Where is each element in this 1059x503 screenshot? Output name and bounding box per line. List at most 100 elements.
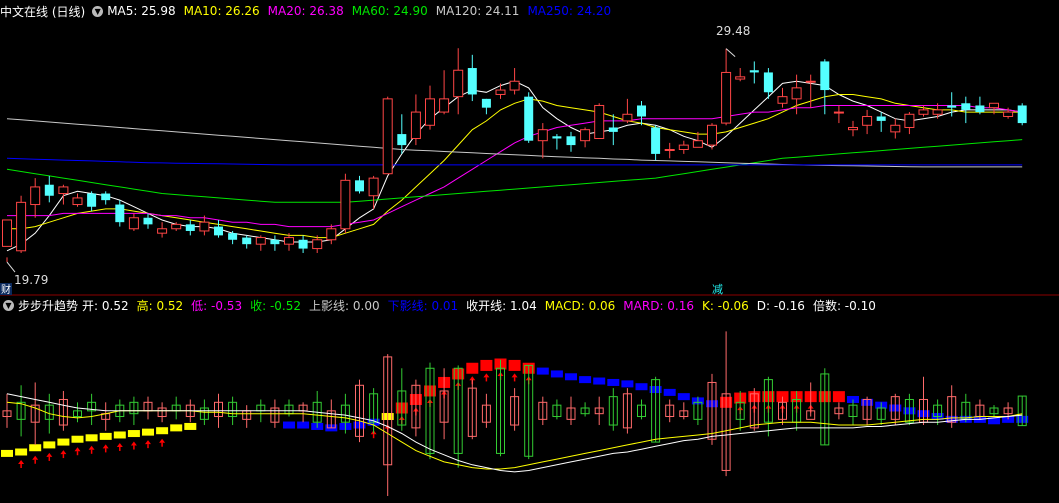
trend-block [635, 383, 648, 391]
candle-body [664, 149, 675, 151]
candle-body [735, 76, 746, 80]
candle-body [171, 223, 182, 230]
candle-body [340, 179, 351, 230]
trend-block [621, 380, 634, 388]
trend-block [297, 421, 310, 429]
arrow-up-icon [511, 373, 518, 378]
candle-body [425, 98, 435, 126]
candle-body [566, 136, 576, 146]
candle-body [355, 180, 364, 192]
chart-window: { "colors": {"up":"#ff4646","down":"#54f… [0, 0, 1059, 503]
arrow-up-icon [74, 447, 81, 452]
candle-body [58, 186, 69, 195]
trend-block [99, 432, 112, 440]
candle-body [509, 80, 520, 91]
trend-block [184, 422, 197, 430]
arrow-up-icon [483, 373, 490, 378]
candle-body [848, 126, 858, 131]
arrow-up-icon [46, 452, 53, 457]
price-panel [2, 48, 1027, 273]
candle-body [87, 193, 97, 207]
candle-body [651, 127, 661, 154]
candle-body [947, 105, 957, 108]
arrow-up-icon [32, 455, 39, 460]
candle-body [44, 184, 54, 196]
candle-body [904, 113, 915, 128]
candle-body [453, 69, 464, 98]
low-label: 19.79 [14, 273, 48, 287]
ma-line-ma250 [6, 157, 1023, 166]
arrow-up-icon [159, 438, 166, 443]
candle-body [298, 239, 308, 249]
candle-body [30, 186, 41, 206]
trend-block [1, 449, 13, 457]
candle-body [2, 219, 12, 247]
trend-block [466, 362, 479, 374]
candle-body [382, 98, 393, 175]
trend-block [832, 391, 845, 403]
arrow-up-icon [130, 441, 137, 446]
candle-body [16, 201, 27, 252]
candle-body [594, 104, 605, 139]
candle-body [622, 113, 633, 122]
candle-body [749, 70, 759, 73]
arrow-up-icon [116, 442, 123, 447]
candle-body [763, 72, 773, 93]
candle-body [185, 224, 195, 231]
candle-body [214, 226, 223, 236]
candle-body [692, 140, 703, 148]
candle-body [537, 129, 548, 142]
candle-body [439, 98, 450, 113]
high-pointer [725, 48, 736, 58]
candle-body [932, 109, 943, 115]
trend-block [57, 438, 70, 446]
trend-block [508, 359, 521, 371]
candle-body [467, 68, 477, 95]
trend-block [550, 370, 563, 378]
ma-line-ma60 [6, 139, 1023, 203]
candle-body [721, 71, 732, 124]
trend-block [71, 435, 84, 443]
trend-block [607, 378, 620, 386]
trend-block [663, 388, 676, 396]
arrow-up-icon [18, 460, 25, 464]
candle-body [1003, 111, 1014, 117]
candle-body [989, 102, 999, 109]
candle-body [101, 193, 111, 201]
candle-body [143, 217, 153, 225]
candle-body [397, 134, 407, 146]
candle-body [326, 228, 337, 241]
trend-block [127, 430, 140, 438]
candle-body [368, 177, 379, 197]
event-marker-mid[interactable]: 减 [712, 283, 723, 296]
trend-block [579, 376, 592, 384]
candle-body [228, 233, 238, 240]
high-label: 29.48 [716, 24, 750, 38]
candle-body [1017, 105, 1027, 124]
trend-block [15, 448, 28, 456]
candle-body [128, 217, 139, 230]
candle-body [678, 144, 689, 151]
trend-block [677, 393, 690, 401]
candle-body [157, 228, 168, 234]
candle-body [115, 204, 125, 223]
trend-block [480, 359, 493, 371]
candle-body [199, 221, 210, 232]
candle-body [820, 61, 830, 91]
candle-body [975, 105, 985, 113]
candle-body [270, 239, 280, 245]
candle-body [707, 124, 717, 146]
candle-body [481, 98, 491, 108]
candle-body [495, 89, 506, 95]
candle-body [777, 96, 788, 104]
candle-body [552, 136, 562, 139]
trend-block [283, 421, 295, 429]
candle-body [918, 109, 929, 115]
candle-body [410, 111, 421, 139]
candle-body [862, 115, 873, 126]
candle-body [876, 116, 886, 121]
trend-block [536, 367, 549, 375]
chart-canvas: 29.48 19.79 财 减 [0, 24, 1059, 496]
arrow-up-icon [145, 440, 151, 445]
candle-body [284, 237, 294, 245]
